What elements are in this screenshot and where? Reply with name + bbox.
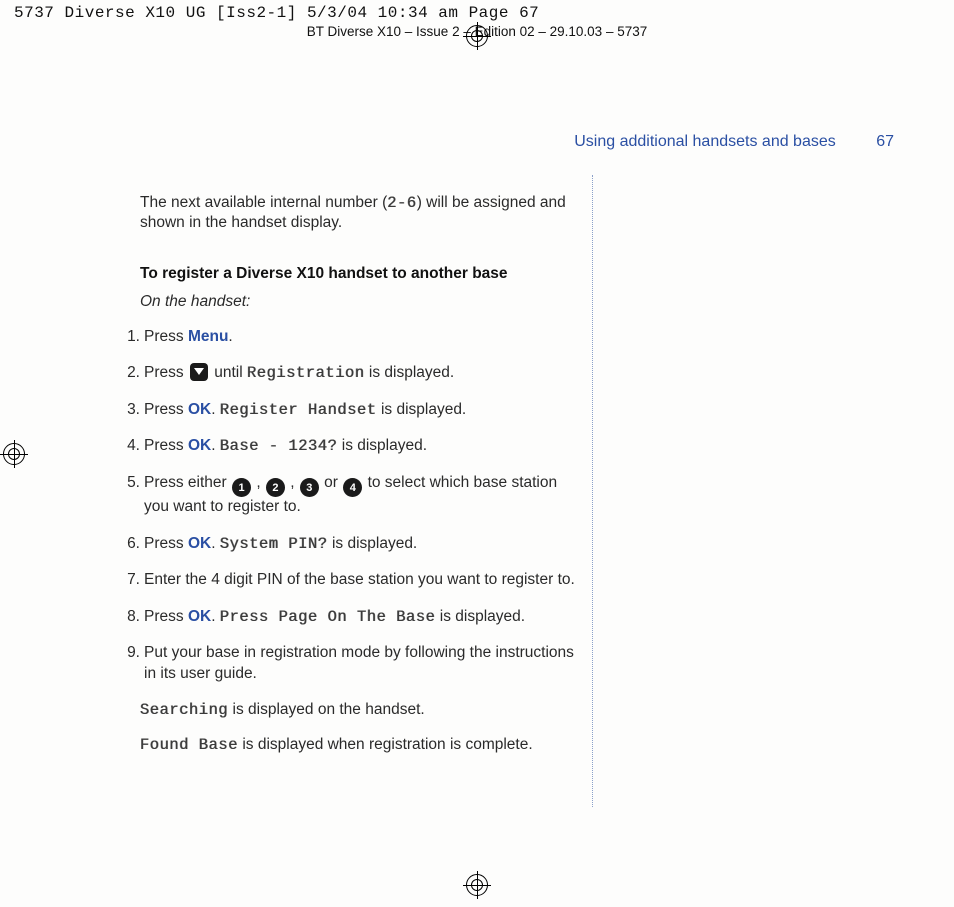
text: is displayed. xyxy=(377,401,467,418)
tail-paragraph: Found Base is displayed when registratio… xyxy=(140,735,580,755)
lcd-text: 2-6 xyxy=(387,194,416,212)
intro-paragraph: The next available internal number (2-6)… xyxy=(140,193,580,234)
text: The next available internal number ( xyxy=(140,194,387,211)
step-item: 9. Put your base in registration mode by… xyxy=(110,643,580,684)
text: is displayed. xyxy=(337,437,427,454)
text: , xyxy=(252,474,265,491)
lcd-text: Searching xyxy=(140,701,228,719)
lcd-text: System PIN? xyxy=(220,535,328,553)
step-item: 2. Press until Registration is displayed… xyxy=(110,363,580,383)
section-title: Using additional handsets and bases xyxy=(574,133,836,150)
lcd-text: Base - 1234? xyxy=(220,437,338,455)
softkey-ok: OK xyxy=(188,535,211,552)
registration-mark-icon xyxy=(463,871,491,899)
tail-paragraph: Searching is displayed on the handset. xyxy=(140,700,580,720)
step-number: 4. xyxy=(110,436,144,456)
keypad-3-icon: 3 xyxy=(300,478,319,497)
text: is displayed. xyxy=(435,608,525,625)
step-number: 9. xyxy=(110,643,144,684)
step-number: 7. xyxy=(110,570,144,590)
down-arrow-icon xyxy=(190,363,208,381)
step-number: 8. xyxy=(110,607,144,627)
text: . xyxy=(211,535,220,552)
text: until xyxy=(210,364,247,381)
lcd-text: Registration xyxy=(247,364,365,382)
step-item: 3. Press OK. Register Handset is display… xyxy=(110,400,580,420)
lcd-text: Found Base xyxy=(140,736,238,754)
text: Press xyxy=(144,364,188,381)
text: is displayed. xyxy=(328,535,418,552)
step-number: 6. xyxy=(110,534,144,554)
text: Press xyxy=(144,535,188,552)
page-header: Using additional handsets and bases 67 xyxy=(0,133,894,151)
softkey-ok: OK xyxy=(188,608,211,625)
sub-heading: To register a Diverse X10 handset to ano… xyxy=(140,264,580,284)
column-divider xyxy=(592,175,593,807)
step-number: 3. xyxy=(110,400,144,420)
registration-mark-icon xyxy=(0,440,28,468)
step-item: 7. Enter the 4 digit PIN of the base sta… xyxy=(110,570,580,590)
step-item: 8. Press OK. Press Page On The Base is d… xyxy=(110,607,580,627)
page-number: 67 xyxy=(876,133,894,151)
text: Press xyxy=(144,608,188,625)
text: . xyxy=(228,328,232,345)
lcd-text: Register Handset xyxy=(220,401,377,419)
step-number: 2. xyxy=(110,363,144,383)
keypad-4-icon: 4 xyxy=(343,478,362,497)
lcd-text: Press Page On The Base xyxy=(220,608,436,626)
text: Press xyxy=(144,328,188,345)
imposition-slug: 5737 Diverse X10 UG [Iss2-1] 5/3/04 10:3… xyxy=(14,4,539,22)
step-item: 4. Press OK. Base - 1234? is displayed. xyxy=(110,436,580,456)
text: . xyxy=(211,401,220,418)
step-number: 5. xyxy=(110,473,144,518)
body-text: The next available internal number (2-6)… xyxy=(110,175,580,769)
text: is displayed on the handset. xyxy=(228,701,424,718)
keypad-2-icon: 2 xyxy=(266,478,285,497)
text: Press either xyxy=(144,474,231,491)
registration-mark-icon xyxy=(463,22,491,50)
context-line: On the handset: xyxy=(140,292,580,312)
keypad-1-icon: 1 xyxy=(232,478,251,497)
text: is displayed when registration is comple… xyxy=(238,736,533,753)
step-item: 1. Press Menu. xyxy=(110,327,580,347)
text: Press xyxy=(144,401,188,418)
text: . xyxy=(211,608,220,625)
softkey-ok: OK xyxy=(188,401,211,418)
softkey-menu: Menu xyxy=(188,328,228,345)
step-item: 5. Press either 1 , 2 , 3 or 4 to select… xyxy=(110,473,580,518)
softkey-ok: OK xyxy=(188,437,211,454)
step-number: 1. xyxy=(110,327,144,347)
step-item: 6. Press OK. System PIN? is displayed. xyxy=(110,534,580,554)
text: or xyxy=(320,474,342,491)
text: Put your base in registration mode by fo… xyxy=(144,643,580,684)
text: . xyxy=(211,437,220,454)
text: is displayed. xyxy=(365,364,455,381)
text: Press xyxy=(144,437,188,454)
text: Enter the 4 digit PIN of the base statio… xyxy=(144,570,580,590)
text: , xyxy=(286,474,299,491)
